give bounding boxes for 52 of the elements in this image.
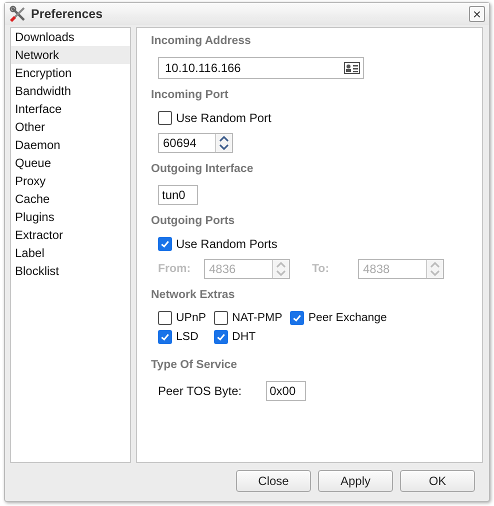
sidebar-item[interactable]: Label xyxy=(11,244,130,262)
sidebar-item[interactable]: Cache xyxy=(11,190,130,208)
section-heading: Incoming Port xyxy=(151,89,230,101)
checkbox[interactable] xyxy=(158,330,172,344)
window-title: Preferences xyxy=(31,7,104,21)
spinner-arrows-icon[interactable] xyxy=(215,134,232,152)
sidebar-item[interactable]: Proxy xyxy=(11,172,130,190)
checkbox-label: Peer Exchange xyxy=(308,312,387,324)
section-heading: Outgoing Interface xyxy=(151,163,254,175)
section-heading: Outgoing Ports xyxy=(151,215,236,227)
section-heading: Network Extras xyxy=(151,289,236,301)
sidebar-item[interactable]: Queue xyxy=(11,154,130,172)
checkbox[interactable] xyxy=(214,311,228,325)
checkbox[interactable] xyxy=(214,330,228,344)
sidebar-item[interactable]: Daemon xyxy=(11,136,130,154)
checkmark-icon xyxy=(216,332,226,342)
sidebar-item[interactable]: Bandwidth xyxy=(11,82,130,100)
dialog-button[interactable]: Close xyxy=(236,470,311,492)
checkbox[interactable] xyxy=(158,111,172,125)
section-heading: Type Of Service xyxy=(151,359,238,371)
checkbox-label: Use Random Port xyxy=(176,111,272,125)
sidebar-item[interactable]: Other xyxy=(11,118,130,136)
text-field[interactable]: 0x00 xyxy=(266,381,306,401)
checkbox-label: NAT-PMP xyxy=(232,312,282,324)
text-field[interactable]: tun0 xyxy=(158,185,198,205)
section-heading: Incoming Address xyxy=(151,35,252,47)
checkbox[interactable] xyxy=(290,311,304,325)
dialog-button[interactable]: OK xyxy=(400,470,475,492)
sidebar-item[interactable]: Plugins xyxy=(11,208,130,226)
spinner-field[interactable]: 60694 xyxy=(158,133,233,153)
checkbox[interactable] xyxy=(158,311,172,325)
checkmark-icon xyxy=(292,313,302,323)
checkmark-icon xyxy=(160,332,170,342)
dialog-button[interactable]: Apply xyxy=(318,470,393,492)
checkbox-label: LSD xyxy=(176,331,198,343)
field-label: To: xyxy=(312,263,330,275)
contact-card-icon xyxy=(344,62,360,74)
checkbox-label: UPnP xyxy=(176,312,206,324)
sidebar-item[interactable]: Extractor xyxy=(11,226,130,244)
field-label: Peer TOS Byte: xyxy=(158,384,242,398)
checkmark-icon xyxy=(160,239,170,249)
checkbox-label: DHT xyxy=(232,331,256,343)
checkbox[interactable] xyxy=(158,237,172,251)
sidebar-item[interactable]: Downloads xyxy=(11,28,130,46)
close-button[interactable]: × xyxy=(469,6,485,22)
sidebar-item[interactable]: Interface xyxy=(11,100,130,118)
sidebar-item[interactable]: Encryption xyxy=(11,64,130,82)
sidebar-item[interactable]: Network xyxy=(11,46,130,64)
address-field[interactable]: 10.10.116.166 xyxy=(158,57,364,79)
sidebar-item[interactable]: Blocklist xyxy=(11,262,130,280)
tools-icon xyxy=(9,5,27,23)
checkbox-label: Use Random Ports xyxy=(176,237,278,251)
